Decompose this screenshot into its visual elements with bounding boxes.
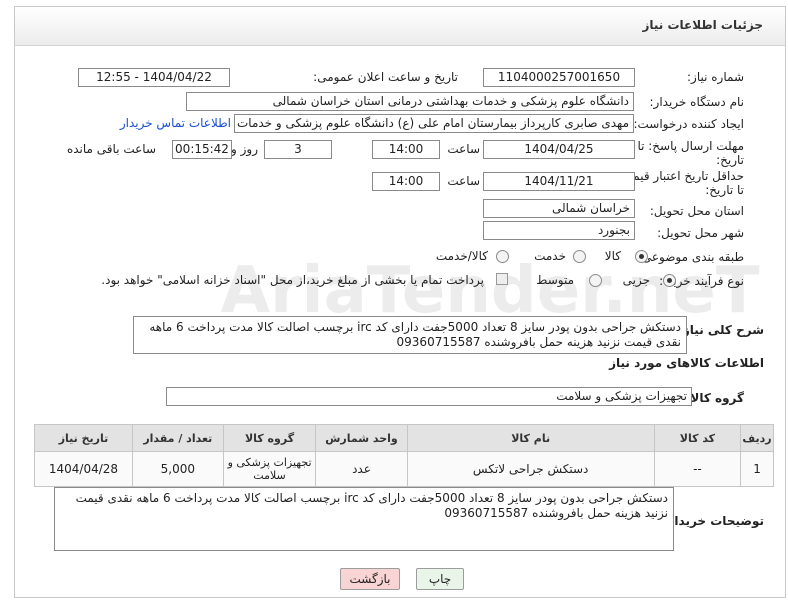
deadline-time-label: ساعت [447,142,480,156]
category-radio-service[interactable] [573,250,586,263]
days-field[interactable]: 3 [264,140,332,159]
col-header-unit: واحد شمارش [315,424,408,452]
validity-time-field[interactable]: 14:00 [372,172,440,191]
deadline-date-field[interactable]: 1404/04/25 [483,140,635,159]
days-label: روز و [231,142,258,156]
process-radio-minor[interactable] [663,274,676,287]
col-header-goods-code: کد کالا [653,424,742,452]
category-option-goods: کالا [604,249,621,263]
validity-date-field[interactable]: 1404/11/21 [483,172,635,191]
process-option-minor: جزیی [622,273,650,287]
goods-info-title: اطلاعات کالاهای مورد نیاز [609,356,764,370]
payment-note: پرداخت تمام یا بخشی از مبلغ خرید،از محل … [101,273,484,287]
remaining-label: ساعت باقی مانده [66,142,156,156]
panel-title: جزئیات اطلاعات نیاز [642,18,763,32]
validity-label-line1: حداقل تاریخ اعتبار قیمت: [617,169,744,183]
process-option-medium: متوسط [536,273,574,287]
goods-group-field[interactable]: تجهیزات پزشکی و سلامت [166,387,692,406]
buyer-notes-label: توضیحات خریدار: [662,514,764,528]
buyer-notes-text: دستکش جراحی بدون پودر سایز 8 تعداد 5000ج… [75,491,668,520]
city-field[interactable]: بجنورد [483,221,635,240]
buyer-contact-link[interactable]: اطلاعات تماس خریدار [120,116,231,130]
requester-field[interactable]: مهدی صابری کارپرداز بیمارستان امام علی (… [234,114,634,133]
cell-goods-name: دستکش جراحی لاتکس [406,451,655,487]
description-textarea[interactable]: دستکش جراحی بدون پودر سایز 8 تعداد 5000ج… [133,316,687,354]
col-header-goods-name: نام کالا [406,424,655,452]
table-row[interactable]: 1 -- دستکش جراحی لاتکس عدد تجهیزات پزشکی… [34,451,774,487]
validity-time-label: ساعت [447,174,480,188]
category-radio-goods[interactable] [635,250,648,263]
deadline-time-field[interactable]: 14:00 [372,140,440,159]
buyer-notes-textarea[interactable]: دستکش جراحی بدون پودر سایز 8 تعداد 5000ج… [54,487,674,551]
announce-field[interactable]: 1404/04/22 - 12:55 [78,68,230,87]
remaining-time-field[interactable]: 00:15:42 [172,140,232,159]
category-option-goods-service: کالا/خدمت [435,249,488,263]
goods-table-header: ردیف کد کالا نام کالا واحد شمارش گروه کا… [34,424,774,452]
need-number-label: شماره نیاز: [687,70,744,84]
goods-group-label: گروه کالا: [685,391,744,405]
buyer-org-field[interactable]: دانشگاه علوم پزشکی و خدمات بهداشتی درمان… [186,92,634,111]
requester-label: ایجاد کننده درخواست: [633,117,744,131]
print-button[interactable]: چاپ [416,568,464,590]
deadline-label-line2: تاریخ: [716,153,744,167]
col-header-need-date: تاریخ نیاز [34,424,133,452]
process-radio-medium[interactable] [589,274,602,287]
col-header-quantity: تعداد / مقدار [131,424,224,452]
category-option-service: خدمت [534,249,566,263]
description-label: شرح کلی نیاز: [678,323,764,337]
province-label: استان محل تحویل: [649,204,744,218]
category-radio-goods-service[interactable] [496,250,509,263]
description-text: دستکش جراحی بدون پودر سایز 8 تعداد 5000ج… [149,320,681,349]
col-header-goods-group: گروه کالا [222,424,317,452]
validity-label-line2: تا تاریخ: [705,183,744,197]
panel-header: جزئیات اطلاعات نیاز [15,7,785,46]
cell-unit: عدد [315,451,408,487]
need-number-field[interactable]: 1104000257001650 [483,68,635,87]
buyer-org-label: نام دستگاه خریدار: [649,95,745,109]
cell-goods-group: تجهیزات پزشکی و سلامت [222,451,317,487]
goods-table: ردیف کد کالا نام کالا واحد شمارش گروه کا… [34,424,774,487]
cell-goods-code: -- [653,451,742,487]
payment-checkbox[interactable] [496,273,508,285]
province-field[interactable]: خراسان شمالی [483,199,635,218]
category-label: طبقه بندی موضوعی: [637,250,744,264]
announce-label: تاریخ و ساعت اعلان عمومی: [313,70,458,84]
cell-row-number: 1 [740,451,774,487]
deadline-label-line1: مهلت ارسال پاسخ: تا [637,139,744,153]
back-button[interactable]: بازگشت [340,568,400,590]
cell-need-date: 1404/04/28 [34,451,133,487]
col-header-row-number: ردیف [740,424,774,452]
cell-quantity: 5,000 [131,451,224,487]
city-label: شهر محل تحویل: [657,226,744,240]
